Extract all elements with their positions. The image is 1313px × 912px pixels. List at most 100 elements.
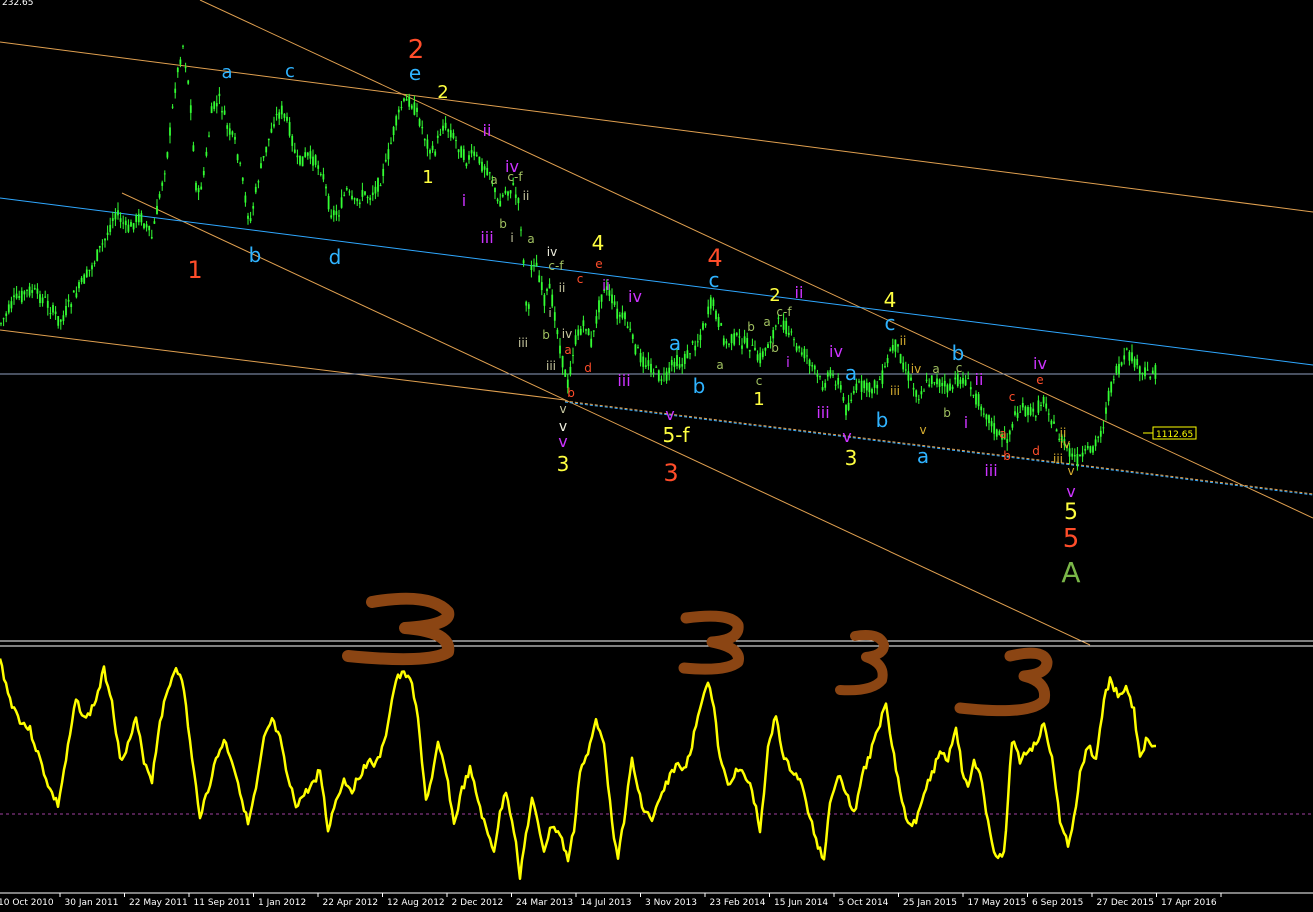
candle-body: [561, 355, 564, 368]
candle-body: [153, 221, 156, 224]
candle-body: [150, 237, 153, 239]
candle-body: [759, 352, 762, 364]
wave-label: a: [999, 427, 1006, 441]
candle-body: [538, 275, 541, 282]
candle-body: [634, 344, 637, 355]
candle-body: [1034, 416, 1037, 418]
wave-label: 1: [422, 167, 433, 188]
wave-label: b: [693, 374, 706, 398]
candle-body: [548, 283, 551, 289]
wave-label: iv: [562, 327, 572, 341]
candle-body: [592, 330, 595, 332]
candle-body: [416, 107, 418, 112]
candle-body: [301, 156, 304, 167]
candle-body: [171, 106, 174, 108]
candle-body: [995, 429, 998, 437]
wave-label: e: [409, 61, 421, 85]
candle-body: [33, 288, 36, 290]
candle-body: [858, 381, 860, 383]
candle-body: [57, 316, 60, 326]
candle-body: [676, 355, 678, 366]
candle-body: [293, 149, 296, 153]
candle-body: [400, 107, 403, 109]
x-axis-label: 14 Jul 2013: [581, 898, 632, 908]
candle-body: [338, 215, 340, 217]
x-axis-label: 5 Oct 2014: [839, 898, 889, 908]
candle-body: [200, 186, 203, 190]
candle-body: [748, 349, 751, 352]
candle-body: [36, 288, 39, 294]
candle-body: [707, 306, 710, 315]
wave-label: v: [1066, 482, 1075, 501]
candle-body: [725, 341, 728, 344]
wave-label: c-f: [548, 259, 564, 273]
candle-body: [184, 66, 187, 69]
candle-body: [587, 328, 590, 336]
candle-body: [613, 301, 616, 305]
wave-label: 5-f: [663, 423, 691, 447]
candle-body: [23, 291, 26, 295]
candle-body: [104, 238, 106, 241]
candle-body: [787, 332, 790, 335]
candle-body: [67, 299, 70, 302]
candle-body: [764, 347, 767, 351]
candle-body: [1029, 407, 1032, 415]
candle-body: [234, 136, 236, 140]
wave-label: c: [885, 311, 896, 335]
wave-label: iv: [628, 287, 642, 306]
candle-body: [1118, 363, 1120, 375]
wave-label: c-f: [776, 305, 792, 319]
candle-body: [44, 296, 47, 298]
x-axis-label: 17 Apr 2016: [1161, 898, 1217, 908]
candle-body: [306, 152, 309, 156]
candle-body: [660, 379, 663, 381]
candle-body: [761, 351, 764, 358]
candle-body: [117, 210, 119, 216]
candle-body: [377, 178, 379, 192]
candle-body: [993, 423, 996, 434]
candle-body: [1138, 366, 1141, 374]
candle-body: [228, 128, 231, 135]
candle-body: [540, 282, 543, 291]
candle-body: [13, 295, 15, 298]
candle-body: [486, 167, 489, 175]
wave-label: ii: [900, 334, 907, 348]
candle-body: [481, 161, 483, 172]
wave-label: b: [499, 217, 507, 231]
candle-body: [361, 190, 364, 197]
candle-body: [247, 215, 249, 219]
candle-body: [868, 382, 871, 393]
candle-body: [176, 67, 179, 73]
candle-body: [143, 223, 145, 229]
candle-body: [494, 188, 496, 193]
candle-body: [902, 362, 905, 370]
candle-body: [83, 274, 86, 284]
candle-body: [863, 380, 866, 389]
candle-body: [886, 358, 889, 364]
candle-body: [949, 383, 951, 391]
candle-body: [678, 364, 681, 368]
wave-label: a: [669, 331, 681, 355]
wave-label: iv: [1060, 437, 1070, 451]
candle-body: [1128, 351, 1131, 361]
candle-body: [31, 290, 34, 293]
candle-body: [348, 191, 351, 193]
candle-body: [1019, 411, 1022, 413]
candle-body: [717, 317, 720, 327]
candle-body: [800, 352, 803, 355]
candle-body: [257, 181, 260, 183]
candle-body: [829, 370, 832, 377]
candle-body: [122, 222, 125, 224]
candle-body: [569, 366, 572, 375]
candle-body: [933, 382, 936, 384]
wave-label: c: [577, 272, 584, 286]
candle-body: [673, 361, 676, 367]
candle-body: [1084, 448, 1087, 451]
candle-body: [49, 312, 52, 314]
wave-label: a: [564, 343, 571, 357]
candle-body: [1123, 355, 1126, 360]
x-axis-label: 30 Jan 2011: [65, 898, 119, 908]
candle-body: [722, 338, 725, 345]
candle-body: [319, 174, 322, 176]
candle-body: [821, 387, 824, 390]
